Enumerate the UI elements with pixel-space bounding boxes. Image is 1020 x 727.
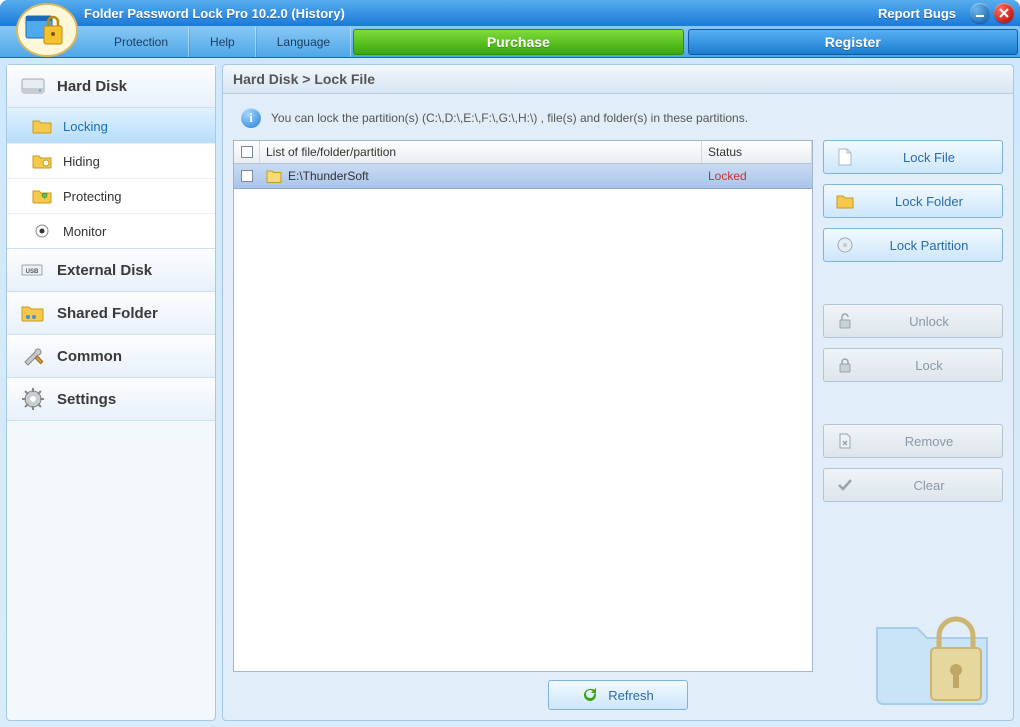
unlock-icon <box>836 312 854 330</box>
unlock-button: Unlock <box>823 304 1003 338</box>
row-status-text: Locked <box>702 164 812 188</box>
file-icon <box>836 148 854 166</box>
info-text: You can lock the partition(s) (C:\,D:\,E… <box>271 111 748 125</box>
app-logo <box>12 2 82 58</box>
refresh-button[interactable]: Refresh <box>548 680 688 710</box>
lock-button: Lock <box>823 348 1003 382</box>
sidebar-item-locking[interactable]: Locking <box>7 108 215 143</box>
folder-icon <box>266 169 282 183</box>
tools-icon <box>19 345 47 367</box>
hard-disk-icon <box>19 75 47 97</box>
clear-button: Clear <box>823 468 1003 502</box>
sidebar-item-protecting[interactable]: Protecting <box>7 178 215 213</box>
usb-icon: USB <box>19 259 47 281</box>
app-title: Folder Password Lock Pro 10.2.0 (History… <box>84 6 345 21</box>
sidebar-cat-label: Hard Disk <box>57 78 127 95</box>
minimize-button[interactable] <box>970 3 990 23</box>
sidebar-item-label: Hiding <box>63 154 100 169</box>
menu-help[interactable]: Help <box>189 27 256 57</box>
sidebar: Hard Disk Locking Hiding <box>6 64 216 721</box>
register-button[interactable]: Register <box>688 29 1018 55</box>
sidebar-cat-label: Settings <box>57 391 116 408</box>
lock-file-button[interactable]: Lock File <box>823 140 1003 174</box>
decorative-lock-art <box>869 600 999 710</box>
sidebar-cat-label: Shared Folder <box>57 305 158 322</box>
sidebar-cat-label: Common <box>57 348 122 365</box>
monitor-icon <box>31 222 53 240</box>
file-list: List of file/folder/partition Status E:\… <box>233 140 813 672</box>
gear-icon <box>19 388 47 410</box>
sidebar-cat-settings[interactable]: Settings <box>7 378 215 421</box>
breadcrumb: Hard Disk > Lock File <box>223 65 1013 94</box>
report-bugs-link[interactable]: Report Bugs <box>878 6 956 21</box>
row-checkbox[interactable] <box>241 170 253 182</box>
folder-hide-icon <box>31 152 53 170</box>
svg-text:USB: USB <box>26 269 39 275</box>
lock-partition-button[interactable]: Lock Partition <box>823 228 1003 262</box>
folder-icon <box>836 192 854 210</box>
info-banner: i You can lock the partition(s) (C:\,D:\… <box>233 104 1003 140</box>
refresh-icon <box>582 687 598 703</box>
sidebar-cat-external-disk[interactable]: USB External Disk <box>7 249 215 292</box>
col-name[interactable]: List of file/folder/partition <box>260 141 702 163</box>
sidebar-item-hiding[interactable]: Hiding <box>7 143 215 178</box>
title-bar: Folder Password Lock Pro 10.2.0 (History… <box>0 0 1020 26</box>
check-icon <box>836 476 854 494</box>
remove-button: Remove <box>823 424 1003 458</box>
header-checkbox[interactable] <box>241 146 253 158</box>
menu-protection[interactable]: Protection <box>94 27 189 57</box>
sidebar-cat-label: External Disk <box>57 262 152 279</box>
purchase-button[interactable]: Purchase <box>353 29 683 55</box>
close-button[interactable] <box>994 3 1014 23</box>
sidebar-cat-hard-disk[interactable]: Hard Disk <box>7 65 215 108</box>
info-icon: i <box>241 108 261 128</box>
sidebar-item-label: Locking <box>63 119 108 134</box>
list-header: List of file/folder/partition Status <box>234 141 812 164</box>
partition-icon <box>836 236 854 254</box>
folder-lock-icon <box>31 117 53 135</box>
shared-folder-icon <box>19 302 47 324</box>
sidebar-item-monitor[interactable]: Monitor <box>7 213 215 248</box>
folder-shield-icon <box>31 187 53 205</box>
col-status[interactable]: Status <box>702 141 812 163</box>
action-panel: Lock File Lock Folder Lock Partition <box>823 140 1003 672</box>
row-name-text: E:\ThunderSoft <box>288 169 369 183</box>
remove-icon <box>836 432 854 450</box>
lock-folder-button[interactable]: Lock Folder <box>823 184 1003 218</box>
lock-icon <box>836 356 854 374</box>
menu-bar: Protection Help Language Purchase Regist… <box>0 26 1020 58</box>
sidebar-cat-common[interactable]: Common <box>7 335 215 378</box>
menu-language[interactable]: Language <box>256 27 351 57</box>
sidebar-item-label: Protecting <box>63 189 122 204</box>
sidebar-cat-shared-folder[interactable]: Shared Folder <box>7 292 215 335</box>
main-panel: Hard Disk > Lock File i You can lock the… <box>222 64 1014 721</box>
list-row[interactable]: E:\ThunderSoft Locked <box>234 164 812 189</box>
sidebar-item-label: Monitor <box>63 224 106 239</box>
